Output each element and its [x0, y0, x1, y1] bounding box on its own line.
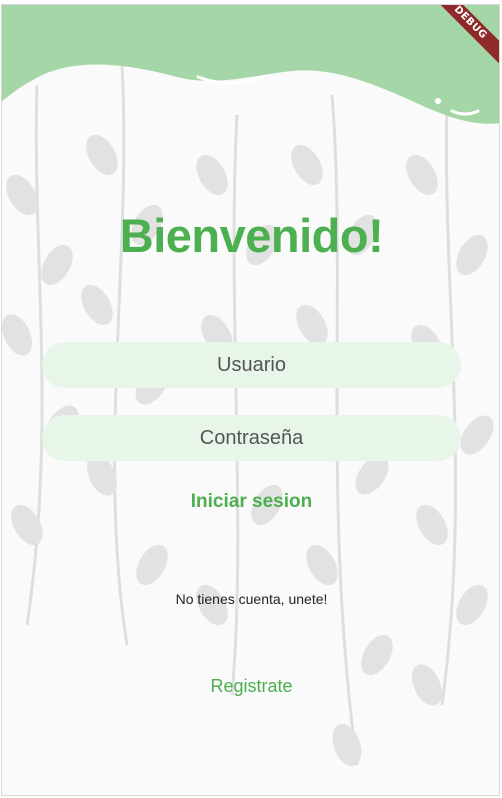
username-input[interactable]	[42, 342, 461, 388]
app-screen: DEBUG Bienvenido! Iniciar sesion No tien…	[1, 4, 500, 796]
header-wave	[2, 5, 499, 124]
welcome-title: Bienvenido!	[119, 209, 384, 262]
password-input[interactable]	[42, 415, 461, 461]
register-link[interactable]: Registrate	[2, 676, 499, 697]
signup-prompt: No tienes cuenta, unete!	[175, 591, 328, 607]
login-button[interactable]: Iniciar sesion	[2, 491, 499, 513]
